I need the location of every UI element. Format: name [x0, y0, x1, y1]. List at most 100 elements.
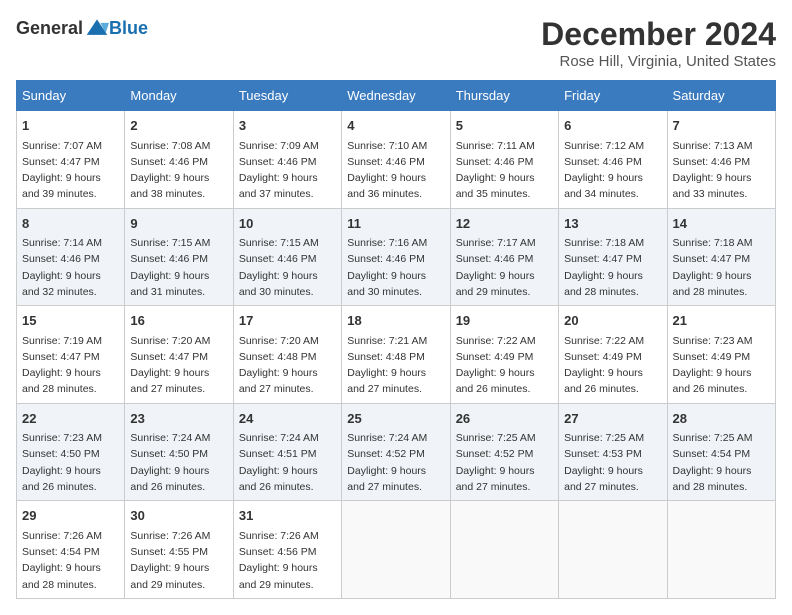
day-detail: Sunrise: 7:24 AMSunset: 4:51 PMDaylight:… [239, 430, 336, 495]
day-number: 29 [22, 506, 119, 526]
table-row: 2Sunrise: 7:08 AMSunset: 4:46 PMDaylight… [125, 111, 233, 209]
day-number: 22 [22, 409, 119, 429]
table-row: 18Sunrise: 7:21 AMSunset: 4:48 PMDayligh… [342, 306, 450, 404]
day-detail: Sunrise: 7:13 AMSunset: 4:46 PMDaylight:… [673, 138, 770, 203]
table-row: 15Sunrise: 7:19 AMSunset: 4:47 PMDayligh… [17, 306, 125, 404]
table-row: 29Sunrise: 7:26 AMSunset: 4:54 PMDayligh… [17, 501, 125, 599]
table-row: 5Sunrise: 7:11 AMSunset: 4:46 PMDaylight… [450, 111, 558, 209]
day-detail: Sunrise: 7:18 AMSunset: 4:47 PMDaylight:… [564, 235, 661, 300]
day-number: 24 [239, 409, 336, 429]
col-wednesday: Wednesday [342, 81, 450, 111]
col-sunday: Sunday [17, 81, 125, 111]
day-number: 23 [130, 409, 227, 429]
table-row: 22Sunrise: 7:23 AMSunset: 4:50 PMDayligh… [17, 403, 125, 501]
title-area: December 2024 Rose Hill, Virginia, Unite… [541, 16, 776, 70]
table-row: 24Sunrise: 7:24 AMSunset: 4:51 PMDayligh… [233, 403, 341, 501]
table-row: 3Sunrise: 7:09 AMSunset: 4:46 PMDaylight… [233, 111, 341, 209]
table-row: 17Sunrise: 7:20 AMSunset: 4:48 PMDayligh… [233, 306, 341, 404]
day-number: 28 [673, 409, 770, 429]
day-detail: Sunrise: 7:26 AMSunset: 4:54 PMDaylight:… [22, 528, 119, 593]
calendar-table: Sunday Monday Tuesday Wednesday Thursday… [16, 80, 776, 599]
logo-icon [85, 16, 109, 40]
day-number: 12 [456, 214, 553, 234]
day-number: 1 [22, 116, 119, 136]
day-detail: Sunrise: 7:23 AMSunset: 4:50 PMDaylight:… [22, 430, 119, 495]
day-detail: Sunrise: 7:26 AMSunset: 4:55 PMDaylight:… [130, 528, 227, 593]
day-number: 13 [564, 214, 661, 234]
day-number: 11 [347, 214, 444, 234]
day-number: 17 [239, 311, 336, 331]
table-row: 10Sunrise: 7:15 AMSunset: 4:46 PMDayligh… [233, 208, 341, 306]
calendar-row: 8Sunrise: 7:14 AMSunset: 4:46 PMDaylight… [17, 208, 776, 306]
table-row: 20Sunrise: 7:22 AMSunset: 4:49 PMDayligh… [559, 306, 667, 404]
table-row [667, 501, 775, 599]
logo-blue: Blue [109, 18, 148, 39]
day-number: 6 [564, 116, 661, 136]
logo-area: General Blue [16, 16, 148, 40]
day-detail: Sunrise: 7:15 AMSunset: 4:46 PMDaylight:… [130, 235, 227, 300]
table-row: 12Sunrise: 7:17 AMSunset: 4:46 PMDayligh… [450, 208, 558, 306]
day-detail: Sunrise: 7:17 AMSunset: 4:46 PMDaylight:… [456, 235, 553, 300]
col-saturday: Saturday [667, 81, 775, 111]
header-row: Sunday Monday Tuesday Wednesday Thursday… [17, 81, 776, 111]
day-detail: Sunrise: 7:23 AMSunset: 4:49 PMDaylight:… [673, 333, 770, 398]
col-tuesday: Tuesday [233, 81, 341, 111]
day-detail: Sunrise: 7:11 AMSunset: 4:46 PMDaylight:… [456, 138, 553, 203]
day-number: 3 [239, 116, 336, 136]
day-detail: Sunrise: 7:25 AMSunset: 4:54 PMDaylight:… [673, 430, 770, 495]
table-row: 6Sunrise: 7:12 AMSunset: 4:46 PMDaylight… [559, 111, 667, 209]
day-number: 20 [564, 311, 661, 331]
day-number: 14 [673, 214, 770, 234]
day-detail: Sunrise: 7:19 AMSunset: 4:47 PMDaylight:… [22, 333, 119, 398]
col-friday: Friday [559, 81, 667, 111]
day-number: 19 [456, 311, 553, 331]
day-number: 16 [130, 311, 227, 331]
day-number: 25 [347, 409, 444, 429]
day-detail: Sunrise: 7:15 AMSunset: 4:46 PMDaylight:… [239, 235, 336, 300]
table-row: 16Sunrise: 7:20 AMSunset: 4:47 PMDayligh… [125, 306, 233, 404]
day-detail: Sunrise: 7:25 AMSunset: 4:53 PMDaylight:… [564, 430, 661, 495]
table-row [450, 501, 558, 599]
day-number: 26 [456, 409, 553, 429]
day-detail: Sunrise: 7:22 AMSunset: 4:49 PMDaylight:… [564, 333, 661, 398]
day-detail: Sunrise: 7:12 AMSunset: 4:46 PMDaylight:… [564, 138, 661, 203]
table-row: 13Sunrise: 7:18 AMSunset: 4:47 PMDayligh… [559, 208, 667, 306]
day-detail: Sunrise: 7:08 AMSunset: 4:46 PMDaylight:… [130, 138, 227, 203]
table-row: 30Sunrise: 7:26 AMSunset: 4:55 PMDayligh… [125, 501, 233, 599]
day-detail: Sunrise: 7:24 AMSunset: 4:50 PMDaylight:… [130, 430, 227, 495]
calendar-row: 15Sunrise: 7:19 AMSunset: 4:47 PMDayligh… [17, 306, 776, 404]
day-number: 21 [673, 311, 770, 331]
logo: General Blue [16, 16, 148, 40]
table-row: 14Sunrise: 7:18 AMSunset: 4:47 PMDayligh… [667, 208, 775, 306]
day-number: 30 [130, 506, 227, 526]
table-row: 25Sunrise: 7:24 AMSunset: 4:52 PMDayligh… [342, 403, 450, 501]
calendar-row: 29Sunrise: 7:26 AMSunset: 4:54 PMDayligh… [17, 501, 776, 599]
day-number: 10 [239, 214, 336, 234]
day-detail: Sunrise: 7:09 AMSunset: 4:46 PMDaylight:… [239, 138, 336, 203]
day-number: 4 [347, 116, 444, 136]
table-row: 7Sunrise: 7:13 AMSunset: 4:46 PMDaylight… [667, 111, 775, 209]
table-row: 9Sunrise: 7:15 AMSunset: 4:46 PMDaylight… [125, 208, 233, 306]
col-monday: Monday [125, 81, 233, 111]
day-number: 9 [130, 214, 227, 234]
day-number: 27 [564, 409, 661, 429]
day-number: 2 [130, 116, 227, 136]
table-row: 26Sunrise: 7:25 AMSunset: 4:52 PMDayligh… [450, 403, 558, 501]
day-number: 31 [239, 506, 336, 526]
calendar-row: 1Sunrise: 7:07 AMSunset: 4:47 PMDaylight… [17, 111, 776, 209]
table-row: 28Sunrise: 7:25 AMSunset: 4:54 PMDayligh… [667, 403, 775, 501]
calendar-row: 22Sunrise: 7:23 AMSunset: 4:50 PMDayligh… [17, 403, 776, 501]
table-row [559, 501, 667, 599]
logo-general: General [16, 18, 83, 39]
day-number: 18 [347, 311, 444, 331]
day-detail: Sunrise: 7:07 AMSunset: 4:47 PMDaylight:… [22, 138, 119, 203]
day-detail: Sunrise: 7:21 AMSunset: 4:48 PMDaylight:… [347, 333, 444, 398]
day-detail: Sunrise: 7:20 AMSunset: 4:47 PMDaylight:… [130, 333, 227, 398]
day-number: 7 [673, 116, 770, 136]
day-number: 15 [22, 311, 119, 331]
table-row: 23Sunrise: 7:24 AMSunset: 4:50 PMDayligh… [125, 403, 233, 501]
day-detail: Sunrise: 7:20 AMSunset: 4:48 PMDaylight:… [239, 333, 336, 398]
table-row: 11Sunrise: 7:16 AMSunset: 4:46 PMDayligh… [342, 208, 450, 306]
day-detail: Sunrise: 7:24 AMSunset: 4:52 PMDaylight:… [347, 430, 444, 495]
location-title: Rose Hill, Virginia, United States [541, 53, 776, 70]
